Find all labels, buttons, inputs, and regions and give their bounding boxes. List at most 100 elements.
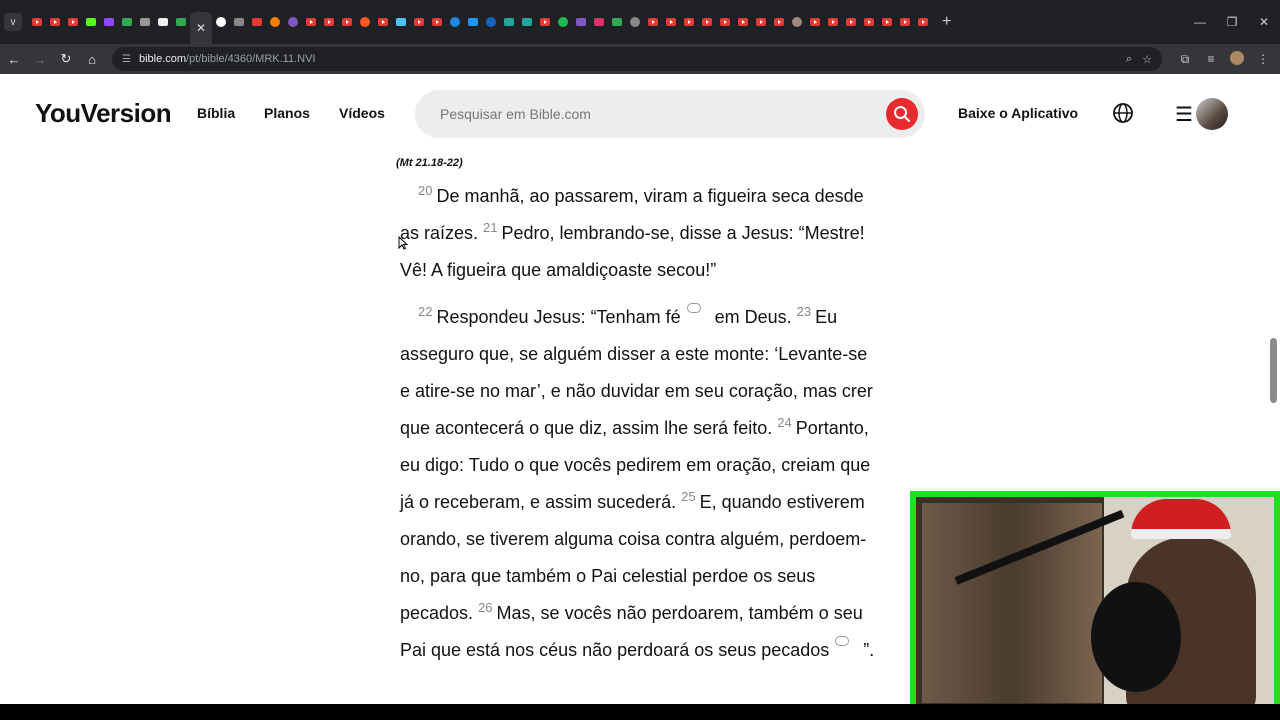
globe-icon[interactable]: [1112, 102, 1134, 124]
browser-tab[interactable]: [46, 8, 64, 36]
browser-tab[interactable]: [536, 8, 554, 36]
close-tab-icon[interactable]: ✕: [196, 21, 206, 35]
zoom-icon[interactable]: ⌕: [1126, 53, 1132, 66]
browser-tab[interactable]: [28, 8, 46, 36]
browser-tab[interactable]: [248, 8, 266, 36]
extensions-icon[interactable]: ⧉: [1172, 52, 1198, 67]
note-bubble-icon[interactable]: [835, 636, 850, 646]
browser-tab[interactable]: [590, 8, 608, 36]
active-tab[interactable]: ✕: [190, 12, 212, 44]
window-controls: — ❐ ✕: [1184, 0, 1280, 44]
browser-tab[interactable]: [482, 8, 500, 36]
kick-icon: [86, 18, 96, 26]
site-icon: [450, 17, 460, 27]
hamburger-menu-icon[interactable]: ☰: [1175, 102, 1193, 127]
youtube-icon: [810, 18, 820, 26]
browser-tab[interactable]: [806, 8, 824, 36]
cross-reference[interactable]: (Mt 21.18-22): [396, 157, 463, 169]
verse-text[interactable]: em Deus.: [715, 307, 792, 327]
browser-tab[interactable]: [896, 8, 914, 36]
browser-tab[interactable]: [320, 8, 338, 36]
twitch-icon: [104, 18, 114, 26]
browser-tab[interactable]: [770, 8, 788, 36]
browser-tab[interactable]: [608, 8, 626, 36]
browser-tab[interactable]: [118, 8, 136, 36]
bookmark-star-icon[interactable]: ☆: [1142, 53, 1152, 66]
browser-tab[interactable]: [644, 8, 662, 36]
browser-tab[interactable]: [860, 8, 878, 36]
browser-tab[interactable]: [788, 8, 806, 36]
browser-tab[interactable]: [100, 8, 118, 36]
reload-icon[interactable]: ↻: [54, 51, 78, 67]
browser-tab[interactable]: [662, 8, 680, 36]
back-icon[interactable]: ←: [2, 52, 26, 67]
youtube-icon: [540, 18, 550, 26]
browser-tab[interactable]: [428, 8, 446, 36]
browser-tab[interactable]: [392, 8, 410, 36]
browser-tab[interactable]: [64, 8, 82, 36]
browser-tab[interactable]: [410, 8, 428, 36]
browser-tab[interactable]: [680, 8, 698, 36]
restore-icon[interactable]: ❐: [1216, 15, 1248, 29]
browser-tab[interactable]: [734, 8, 752, 36]
browser-tab[interactable]: [752, 8, 770, 36]
browser-tab[interactable]: [626, 8, 644, 36]
forward-icon[interactable]: →: [28, 52, 52, 67]
site-icon: [792, 17, 802, 27]
browser-tab[interactable]: [518, 8, 536, 36]
browser-tab[interactable]: [698, 8, 716, 36]
youtube-icon: [774, 18, 784, 26]
browser-tab[interactable]: [266, 8, 284, 36]
drive-icon: [612, 18, 622, 26]
youtube-icon: [68, 18, 78, 26]
browser-tab[interactable]: [230, 8, 248, 36]
browser-tab[interactable]: [154, 8, 172, 36]
browser-tab[interactable]: [914, 8, 932, 36]
browser-tab[interactable]: [554, 8, 572, 36]
youtube-icon: [684, 18, 694, 26]
browser-tab[interactable]: [572, 8, 590, 36]
browser-tab[interactable]: [338, 8, 356, 36]
page-scrollbar[interactable]: [1270, 338, 1277, 403]
site-icon: [288, 17, 298, 27]
browser-tab[interactable]: [824, 8, 842, 36]
browser-tab[interactable]: [500, 8, 518, 36]
browser-tab[interactable]: [374, 8, 392, 36]
verse-text[interactable]: Respondeu Jesus: “Tenham fé: [436, 307, 680, 327]
search-input[interactable]: Pesquisar em Bible.com: [415, 90, 925, 138]
browser-tab[interactable]: [302, 8, 320, 36]
nav-planos[interactable]: Planos: [264, 105, 310, 121]
browser-tab[interactable]: [136, 8, 154, 36]
bible-paragraph: 20 De manhã, ao passarem, viram a figueir…: [400, 178, 880, 289]
browser-tab[interactable]: [284, 8, 302, 36]
drive-icon: [176, 18, 186, 26]
home-icon[interactable]: ⌂: [80, 52, 104, 67]
nav-videos[interactable]: Vídeos: [339, 105, 385, 121]
browser-tab[interactable]: [356, 8, 374, 36]
browser-tab[interactable]: [842, 8, 860, 36]
verse-text[interactable]: ”.: [863, 640, 874, 660]
download-app-link[interactable]: Baixe o Aplicativo: [958, 105, 1078, 121]
media-controls-icon[interactable]: ≡: [1198, 52, 1224, 66]
browser-tab[interactable]: [172, 8, 190, 36]
tab-search-button[interactable]: v: [4, 13, 22, 31]
close-window-icon[interactable]: ✕: [1248, 15, 1280, 29]
youversion-logo[interactable]: YouVersion: [35, 98, 172, 129]
new-tab-button[interactable]: +: [942, 13, 951, 31]
nav-biblia[interactable]: Bíblia: [197, 105, 235, 121]
browser-tab[interactable]: [82, 8, 100, 36]
search-button[interactable]: [886, 98, 918, 130]
site-info-icon[interactable]: ☰: [122, 54, 131, 65]
user-avatar[interactable]: [1196, 98, 1228, 130]
address-bar[interactable]: ☰ bible.com/pt/bible/4360/MRK.11.NVI ⌕ ☆: [112, 47, 1162, 71]
drive-icon: [122, 18, 132, 26]
profile-avatar[interactable]: [1224, 50, 1250, 68]
browser-tab[interactable]: [446, 8, 464, 36]
browser-tab[interactable]: [212, 8, 230, 36]
browser-tab[interactable]: [878, 8, 896, 36]
note-bubble-icon[interactable]: [686, 303, 701, 313]
browser-tab[interactable]: [716, 8, 734, 36]
browser-menu-icon[interactable]: ⋮: [1250, 52, 1276, 66]
minimize-icon[interactable]: —: [1184, 15, 1216, 29]
browser-tab[interactable]: [464, 8, 482, 36]
